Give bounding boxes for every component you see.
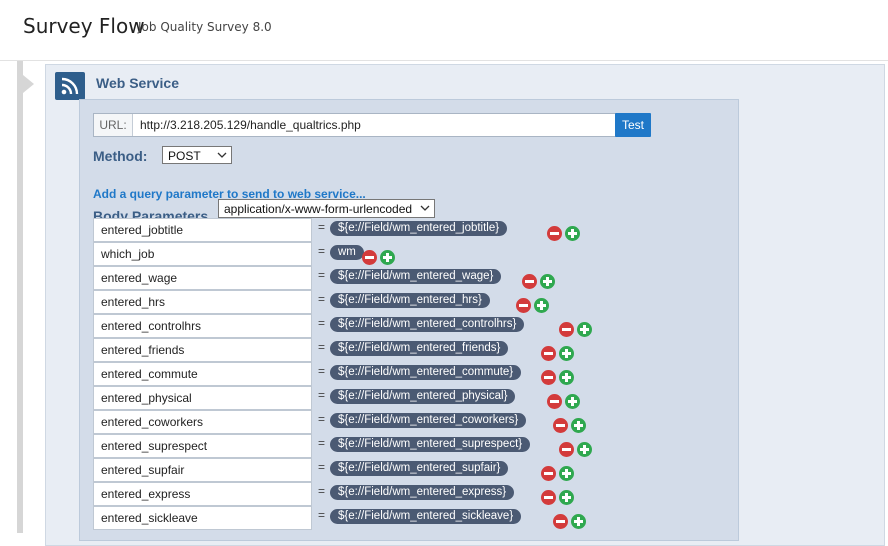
remove-parameter-icon[interactable] <box>516 298 531 313</box>
remove-parameter-icon[interactable] <box>559 442 574 457</box>
equals-sign: = <box>318 292 326 306</box>
rss-icon <box>55 72 85 100</box>
parameter-key-input[interactable]: entered_wage <box>93 266 312 290</box>
parameter-value-pill[interactable]: ${e://Field/wm_entered_express} <box>330 485 515 500</box>
add-parameter-icon[interactable] <box>565 394 580 409</box>
parameter-key-input[interactable]: entered_sickleave <box>93 506 312 530</box>
remove-parameter-icon[interactable] <box>553 418 568 433</box>
parameter-value-pill[interactable]: ${e://Field/wm_entered_coworkers} <box>330 413 527 428</box>
flow-connector <box>17 61 23 533</box>
body-parameter-row: entered_friends = ${e://Field/wm_entered_f… <box>80 338 738 362</box>
web-service-block: Web Service URL: Test Method: POST Add a… <box>45 64 885 546</box>
body-encoding-value: application/x-www-form-urlencoded <box>224 202 413 216</box>
parameter-key-input[interactable]: entered_physical <box>93 386 312 410</box>
remove-parameter-icon[interactable] <box>362 250 377 265</box>
add-parameter-icon[interactable] <box>571 418 586 433</box>
page-title: Survey Flow <box>23 14 145 38</box>
parameter-key-input[interactable]: entered_suprespect <box>93 434 312 458</box>
equals-sign: = <box>318 340 326 354</box>
body-parameter-row: entered_wage = ${e://Field/wm_entered_wage… <box>80 266 738 290</box>
remove-parameter-icon[interactable] <box>541 370 556 385</box>
add-parameter-icon[interactable] <box>559 370 574 385</box>
parameter-value-pill[interactable]: ${e://Field/wm_entered_sickleave} <box>330 509 522 524</box>
body-parameter-row: which_job = wm <box>80 242 738 266</box>
body-parameter-row: entered_sickleave = ${e://Field/wm_entered… <box>80 506 738 530</box>
body-parameter-row: entered_hrs = ${e://Field/wm_entered_hrs} <box>80 290 738 314</box>
parameter-value-pill[interactable]: ${e://Field/wm_entered_jobtitle} <box>330 221 508 236</box>
remove-parameter-icon[interactable] <box>553 514 568 529</box>
page-header: Survey Flow Job Quality Survey 8.0 <box>0 0 888 61</box>
method-label: Method: <box>93 148 148 164</box>
equals-sign: = <box>318 436 326 450</box>
equals-sign: = <box>318 220 326 234</box>
remove-parameter-icon[interactable] <box>541 466 556 481</box>
body-parameter-row: entered_supfair = ${e://Field/wm_entered_s… <box>80 458 738 482</box>
parameter-value-pill[interactable]: ${e://Field/wm_entered_suprespect} <box>330 437 531 452</box>
parameter-value-pill[interactable]: wm <box>330 245 364 260</box>
equals-sign: = <box>318 364 326 378</box>
parameter-key-input[interactable]: entered_express <box>93 482 312 506</box>
add-parameter-icon[interactable] <box>540 274 555 289</box>
url-field: URL: <box>93 113 616 137</box>
flow-arrow-icon <box>23 75 34 93</box>
add-parameter-icon[interactable] <box>559 346 574 361</box>
chevron-down-icon <box>420 205 430 211</box>
add-parameter-icon[interactable] <box>577 322 592 337</box>
body-parameter-row: entered_suprespect = ${e://Field/wm_entere… <box>80 434 738 458</box>
chevron-down-icon <box>217 152 227 158</box>
remove-parameter-icon[interactable] <box>559 322 574 337</box>
parameter-value-pill[interactable]: ${e://Field/wm_entered_friends} <box>330 341 509 356</box>
method-value: POST <box>168 149 201 163</box>
equals-sign: = <box>318 484 326 498</box>
parameter-key-input[interactable]: entered_supfair <box>93 458 312 482</box>
remove-parameter-icon[interactable] <box>541 490 556 505</box>
add-parameter-icon[interactable] <box>571 514 586 529</box>
url-label: URL: <box>94 114 133 136</box>
parameter-value-pill[interactable]: ${e://Field/wm_entered_commute} <box>330 365 522 380</box>
body-encoding-select[interactable]: application/x-www-form-urlencoded <box>218 199 435 218</box>
parameter-value-pill[interactable]: ${e://Field/wm_entered_hrs} <box>330 293 490 308</box>
body-parameter-row: entered_jobtitle = ${e://Field/wm_entered_… <box>80 218 738 242</box>
add-parameter-icon[interactable] <box>534 298 549 313</box>
test-button[interactable]: Test <box>615 113 651 137</box>
equals-sign: = <box>318 460 326 474</box>
equals-sign: = <box>318 268 326 282</box>
equals-sign: = <box>318 508 326 522</box>
parameter-key-input[interactable]: entered_friends <box>93 338 312 362</box>
parameter-key-input[interactable]: entered_commute <box>93 362 312 386</box>
parameter-key-input[interactable]: entered_controlhrs <box>93 314 312 338</box>
parameter-key-input[interactable]: entered_coworkers <box>93 410 312 434</box>
parameter-value-pill[interactable]: ${e://Field/wm_entered_controlhrs} <box>330 317 525 332</box>
equals-sign: = <box>318 316 326 330</box>
parameter-key-input[interactable]: which_job <box>93 242 312 266</box>
parameter-value-pill[interactable]: ${e://Field/wm_entered_supfair} <box>330 461 509 476</box>
remove-parameter-icon[interactable] <box>547 226 562 241</box>
web-service-panel: URL: Test Method: POST Add a query param… <box>79 99 739 541</box>
body-parameter-row: entered_commute = ${e://Field/wm_entered_c… <box>80 362 738 386</box>
body-parameter-row: entered_express = ${e://Field/wm_entered_e… <box>80 482 738 506</box>
parameter-value-pill[interactable]: ${e://Field/wm_entered_physical} <box>330 389 516 404</box>
body-parameter-row: entered_controlhrs = ${e://Field/wm_entere… <box>80 314 738 338</box>
survey-name: Job Quality Survey 8.0 <box>138 20 272 34</box>
block-title[interactable]: Web Service <box>96 75 179 91</box>
add-parameter-icon[interactable] <box>577 442 592 457</box>
add-parameter-icon[interactable] <box>559 490 574 505</box>
parameter-key-input[interactable]: entered_hrs <box>93 290 312 314</box>
body-parameter-row: entered_physical = ${e://Field/wm_entered_… <box>80 386 738 410</box>
body-parameter-row: entered_coworkers = ${e://Field/wm_entered… <box>80 410 738 434</box>
remove-parameter-icon[interactable] <box>541 346 556 361</box>
add-parameter-icon[interactable] <box>559 466 574 481</box>
add-parameter-icon[interactable] <box>380 250 395 265</box>
remove-parameter-icon[interactable] <box>547 394 562 409</box>
method-select[interactable]: POST <box>162 146 232 164</box>
parameter-value-pill[interactable]: ${e://Field/wm_entered_wage} <box>330 269 502 284</box>
url-input[interactable] <box>134 114 616 136</box>
equals-sign: = <box>318 244 326 258</box>
equals-sign: = <box>318 388 326 402</box>
parameter-key-input[interactable]: entered_jobtitle <box>93 218 312 242</box>
remove-parameter-icon[interactable] <box>522 274 537 289</box>
add-parameter-icon[interactable] <box>565 226 580 241</box>
equals-sign: = <box>318 412 326 426</box>
flow-area: Web Service URL: Test Method: POST Add a… <box>0 61 888 546</box>
